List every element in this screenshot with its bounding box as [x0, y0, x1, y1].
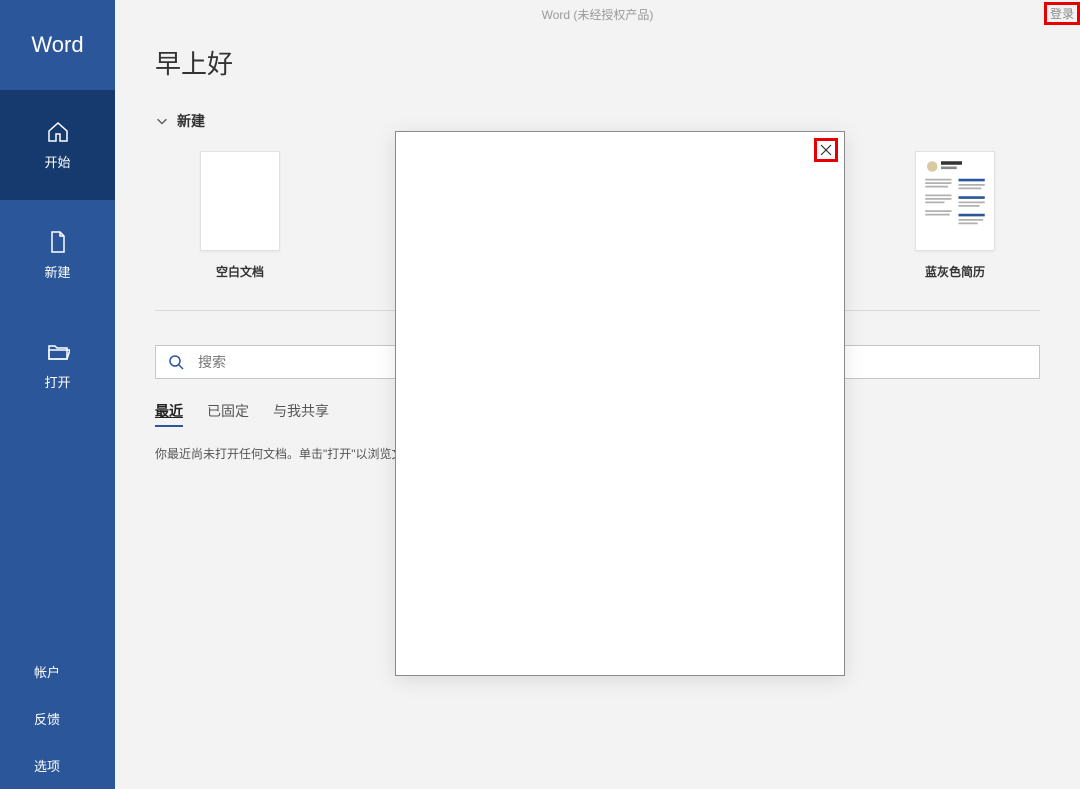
sidebar-item-options[interactable]: 选项	[0, 742, 115, 789]
sidebar-item-feedback[interactable]: 反馈	[0, 695, 115, 742]
sidebar: Word 开始 新建 打开 帐户 反馈 选项	[0, 0, 115, 789]
tab-pinned[interactable]: 已固定	[207, 401, 249, 427]
template-blue-gray-resume[interactable]: 蓝灰色简历	[870, 151, 1040, 280]
new-file-icon	[46, 230, 70, 254]
tab-recent[interactable]: 最近	[155, 401, 183, 427]
new-section-toggle[interactable]: 新建	[155, 111, 1040, 131]
sidebar-item-label: 打开	[44, 372, 70, 391]
greeting: 早上好	[155, 44, 1040, 81]
sidebar-item-home[interactable]: 开始	[0, 90, 115, 200]
template-blank-document[interactable]: 空白文档	[155, 151, 325, 280]
sidebar-item-label: 新建	[44, 262, 70, 281]
chevron-down-icon	[155, 114, 169, 128]
brand-label: Word	[0, 0, 115, 90]
sidebar-item-account[interactable]: 帐户	[0, 648, 115, 695]
sidebar-item-open[interactable]: 打开	[0, 310, 115, 420]
sidebar-item-new[interactable]: 新建	[0, 200, 115, 310]
open-folder-icon	[46, 340, 70, 364]
search-icon	[168, 354, 184, 370]
close-button[interactable]	[814, 138, 838, 162]
window-title: Word (未经授权产品)	[115, 0, 1080, 28]
new-section-label: 新建	[177, 111, 205, 131]
sidebar-item-label: 开始	[44, 152, 70, 171]
signin-button[interactable]: 登录	[1044, 2, 1080, 25]
template-label: 蓝灰色简历	[870, 263, 1040, 280]
template-label: 空白文档	[155, 263, 325, 280]
template-thumb	[200, 151, 280, 251]
home-icon	[46, 120, 70, 144]
tab-shared[interactable]: 与我共享	[273, 401, 329, 427]
modal-dialog	[395, 131, 845, 676]
close-icon	[820, 144, 832, 156]
template-thumb	[915, 151, 995, 251]
